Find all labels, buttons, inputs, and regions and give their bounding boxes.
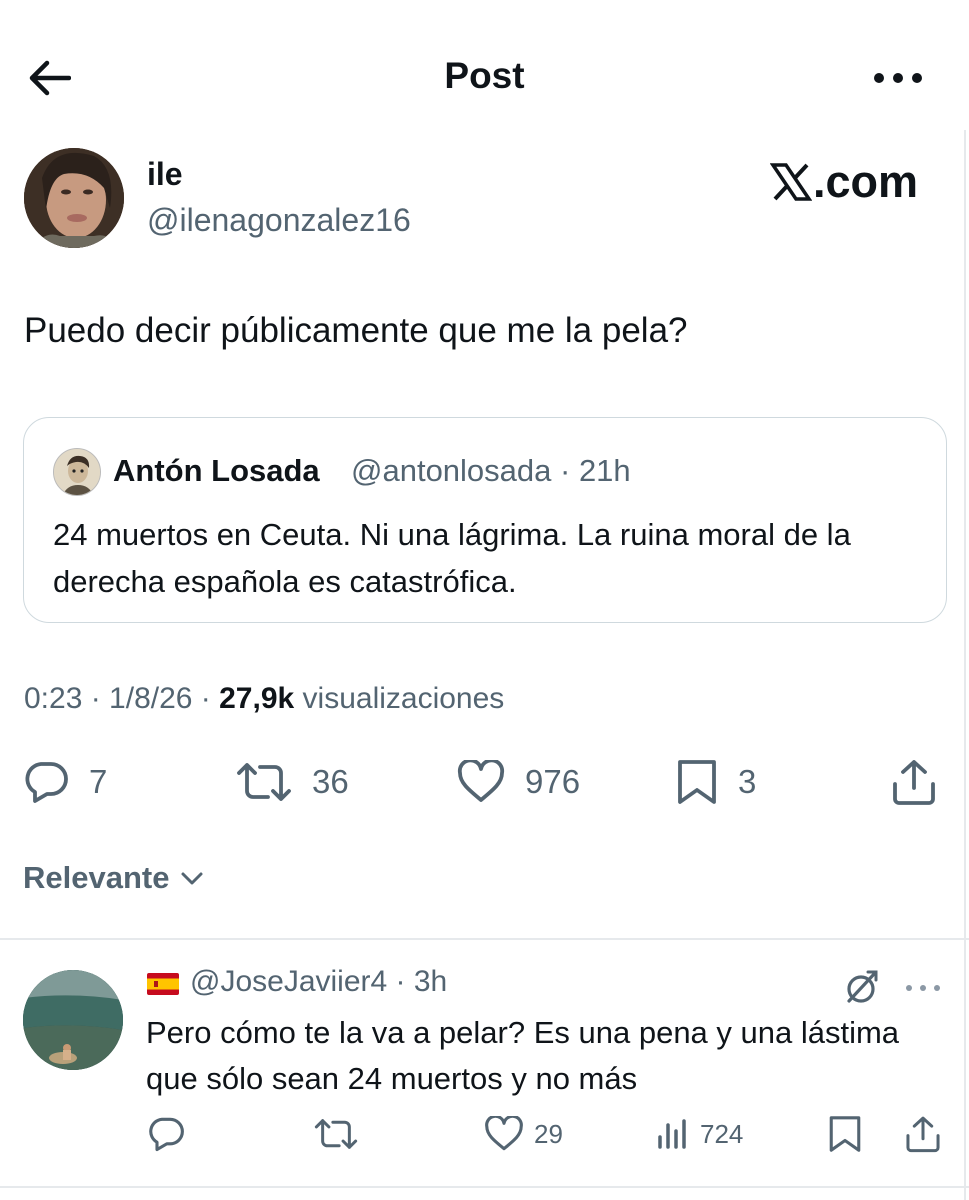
- bookmark-count: 3: [738, 763, 757, 800]
- views-count[interactable]: 27,9k: [219, 682, 294, 715]
- quoted-post-text: 24 muertos en Ceuta. Ni una lágrima. La …: [53, 517, 851, 599]
- quoted-author-name: Antón Losada: [113, 453, 320, 488]
- repost-count: 36: [312, 763, 349, 800]
- like-button[interactable]: 976: [457, 752, 580, 812]
- more-options-button[interactable]: [868, 60, 928, 96]
- share-icon: [906, 1116, 940, 1153]
- reply-views-count: 724: [700, 1118, 744, 1149]
- more-icon: [906, 985, 940, 991]
- bookmark-icon: [678, 760, 716, 804]
- divider: [0, 1186, 969, 1188]
- bookmark-icon: [829, 1116, 861, 1152]
- top-bar: Post: [0, 0, 969, 140]
- post-text: Puedo decir públicamente que me la pela?: [24, 311, 688, 350]
- author-name[interactable]: ile: [147, 156, 183, 193]
- like-icon: [457, 760, 505, 802]
- reply-author-handle-time[interactable]: @JoseJaviier4 · 3h: [190, 965, 447, 999]
- repost-icon: [237, 763, 291, 801]
- chevron-down-icon: [181, 872, 203, 885]
- reply-button[interactable]: 7: [23, 752, 107, 812]
- like-icon: [485, 1116, 523, 1151]
- reply-text: Pero cómo te la va a pelar? Es una pena …: [146, 1015, 900, 1096]
- repost-button[interactable]: 36: [236, 752, 349, 812]
- reply-icon: [25, 762, 68, 803]
- reply-more-button[interactable]: [900, 976, 946, 1000]
- more-icon: [874, 73, 922, 83]
- reply-count: 7: [89, 763, 108, 800]
- reply-repost-button[interactable]: [314, 1112, 358, 1156]
- views-label: visualizaciones: [294, 682, 505, 715]
- share-button[interactable]: [890, 752, 938, 812]
- page-title: Post: [444, 55, 525, 96]
- reply-share-button[interactable]: [904, 1112, 942, 1156]
- spain-flag-icon: [147, 973, 179, 995]
- reply-actions-bar: 29 724: [0, 1112, 969, 1156]
- reply-like-button[interactable]: 29: [484, 1112, 563, 1156]
- reply-like-count: 29: [534, 1118, 563, 1149]
- quoted-author-avatar: [53, 448, 101, 496]
- x-com-watermark: .com: [770, 156, 918, 208]
- reply-icon: [149, 1117, 184, 1152]
- author-avatar[interactable]: [24, 148, 124, 248]
- author-handle[interactable]: @ilenagonzalez16: [147, 202, 411, 239]
- sort-relevance-button[interactable]: Relevante: [23, 860, 207, 896]
- reply-reply-button[interactable]: [147, 1112, 185, 1156]
- repost-icon: [314, 1119, 358, 1149]
- post-meta: 0:23 · 1/8/26 · 27,9k visualizaciones: [24, 682, 504, 716]
- post-actions-bar: 7 36 976 3: [0, 752, 969, 812]
- bookmark-button[interactable]: 3: [676, 752, 756, 812]
- like-count: 976: [525, 763, 581, 800]
- views-icon: [658, 1119, 686, 1149]
- post-time-date: 0:23 · 1/8/26 ·: [24, 682, 220, 715]
- x-logo-icon: [770, 163, 812, 201]
- sort-label: Relevante: [23, 860, 170, 895]
- reply-bookmark-button[interactable]: [828, 1112, 862, 1156]
- watermark-text: .com: [813, 156, 919, 207]
- reply-author-avatar[interactable]: [23, 970, 123, 1070]
- reply-views-button[interactable]: 724: [656, 1112, 743, 1156]
- quoted-author-handle-time: @antonlosada · 21h: [351, 453, 631, 488]
- share-icon: [893, 760, 935, 805]
- grok-icon[interactable]: [842, 968, 880, 1006]
- quoted-post[interactable]: Antón Losada @antonlosada · 21h 24 muert…: [23, 417, 947, 623]
- reply-post[interactable]: @JoseJaviier4 · 3h Pero cómo te la va a …: [0, 940, 969, 1186]
